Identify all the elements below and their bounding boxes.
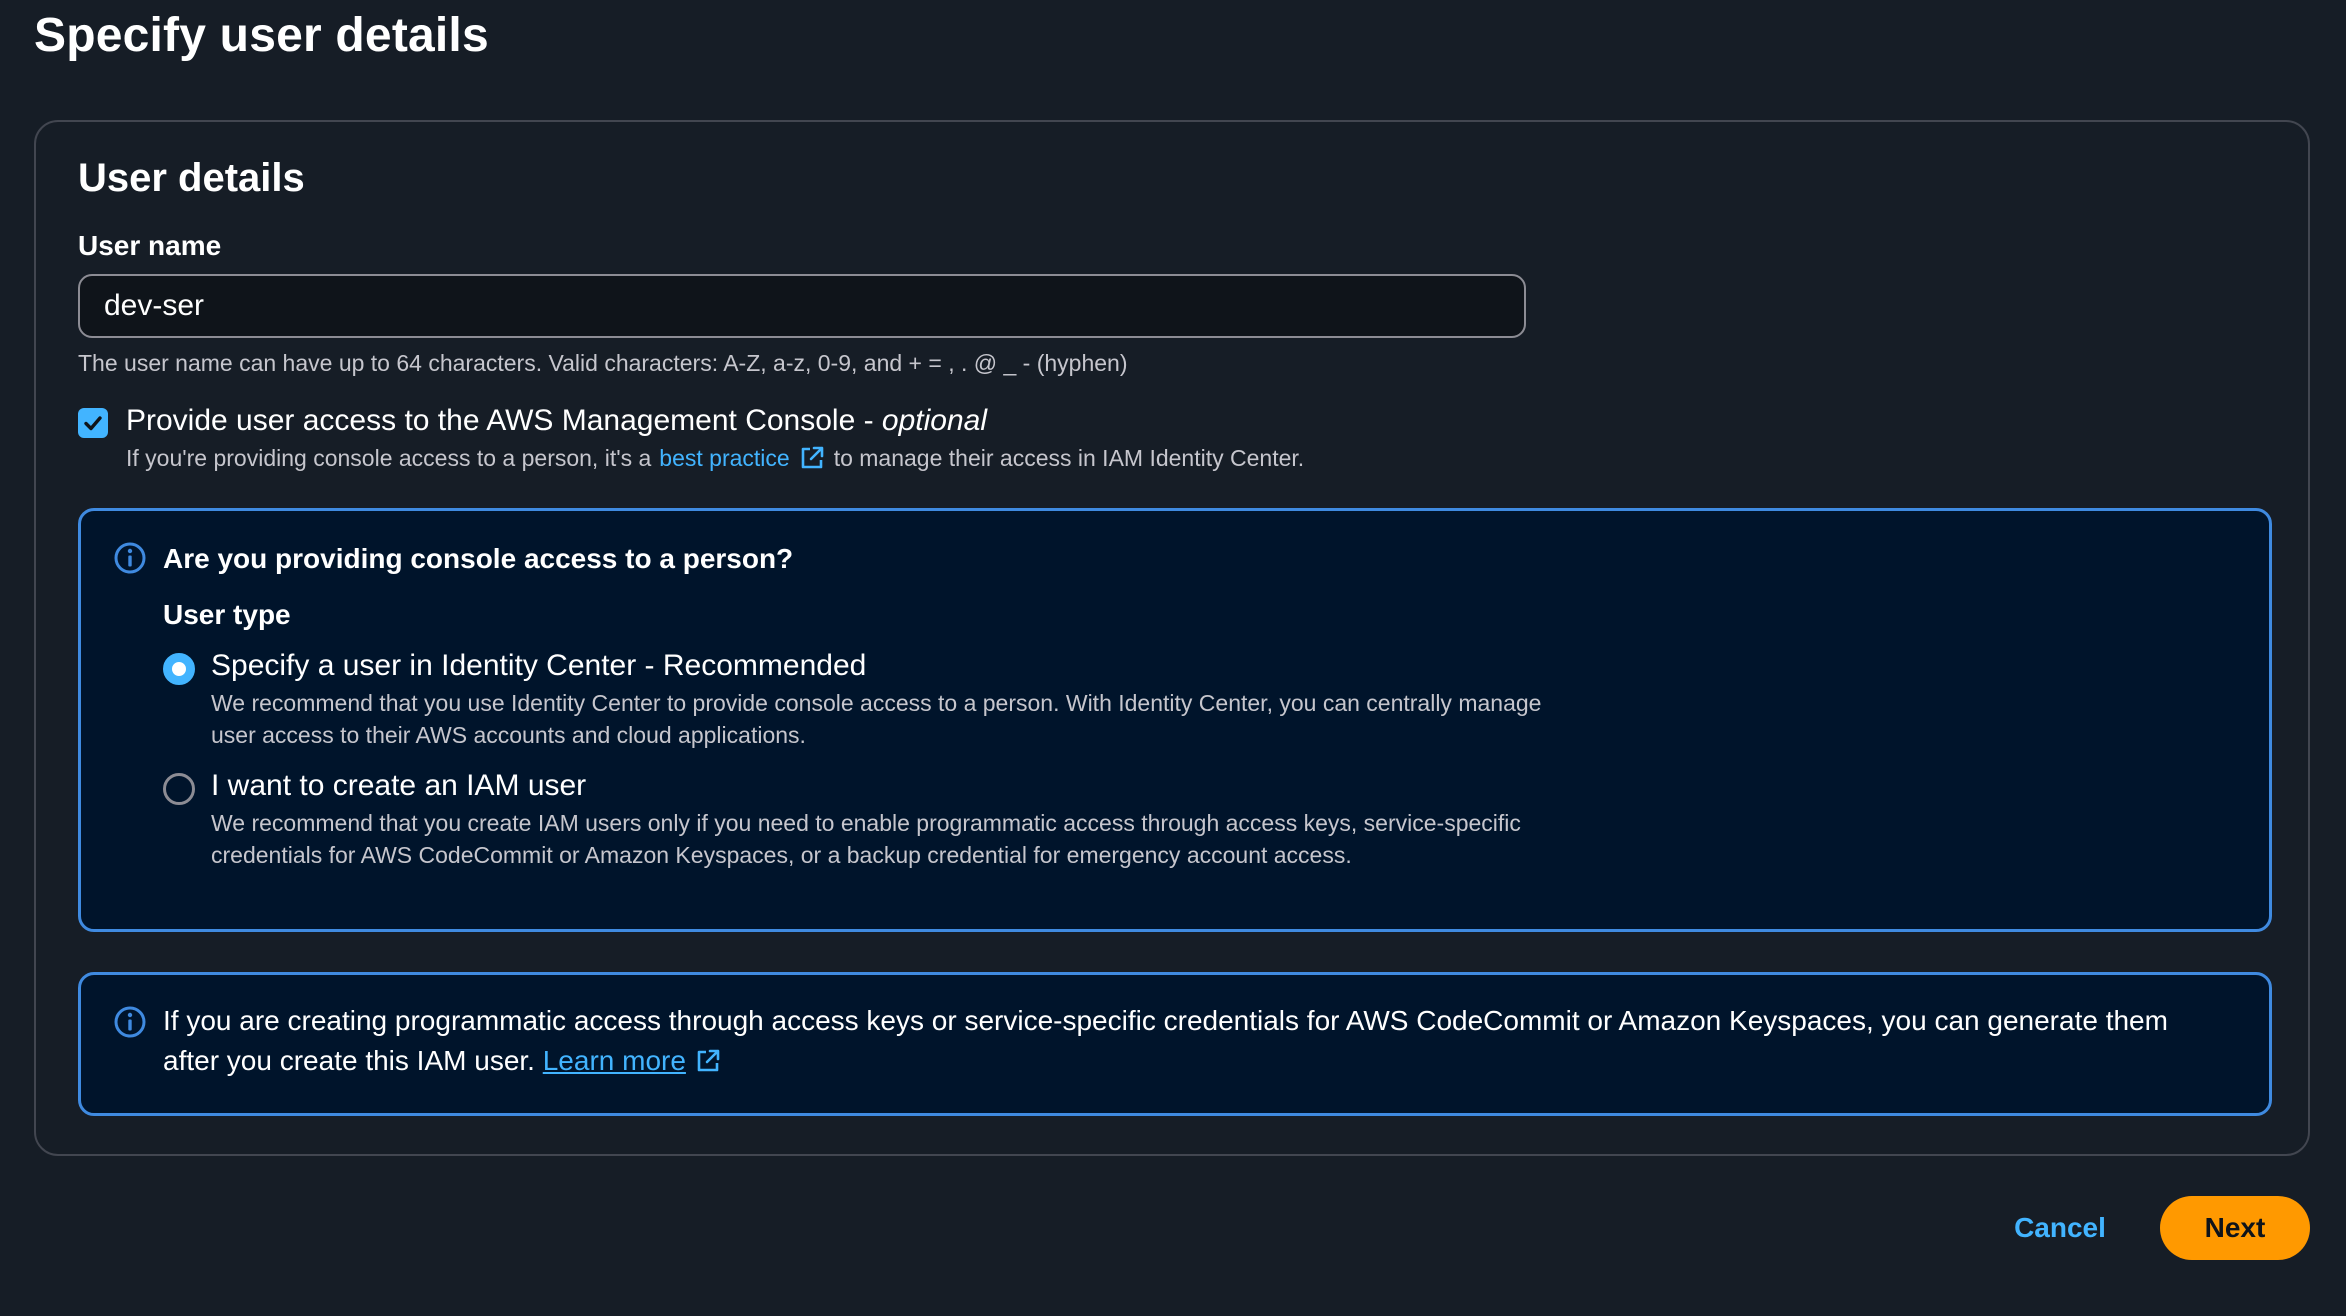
console-person-alert: Are you providing console access to a pe… [78,508,2272,932]
radio-iam-user-label[interactable]: I want to create an IAM user [211,769,586,803]
next-button[interactable]: Next [2160,1196,2310,1260]
console-access-checkbox[interactable] [78,408,108,438]
programmatic-access-message: If you are creating programmatic access … [163,1005,2168,1076]
radio-iam-user-desc: We recommend that you create IAM users o… [211,810,1521,868]
external-link-icon [801,446,824,469]
user-name-input[interactable] [78,274,1526,338]
info-icon [114,542,146,574]
alert-heading: Are you providing console access to a pe… [163,543,794,574]
user-name-label: User name [78,230,222,261]
console-access-description: If you're providing console access to a … [126,444,1304,472]
user-type-label: User type [163,599,291,630]
info-icon [114,1006,146,1038]
radio-identity-center-label[interactable]: Specify a user in Identity Center - Reco… [211,649,866,683]
best-practice-link-text: best practice [659,444,790,471]
console-access-desc-after: to manage their access in IAM Identity C… [833,444,1305,471]
console-access-desc-before: If you're providing console access to a … [126,444,652,471]
user-details-panel: User details User name The user name can… [34,120,2310,1156]
optional-tag: optional [881,404,988,437]
external-link-icon [697,1049,720,1072]
console-access-label[interactable]: Provide user access to the AWS Managemen… [126,404,987,438]
programmatic-access-alert: If you are creating programmatic access … [78,972,2272,1116]
console-access-label-text: Provide user access to the AWS Managemen… [126,404,882,437]
panel-title: User details [78,156,305,200]
radio-identity-center-desc: We recommend that you use Identity Cente… [211,690,1542,748]
user-name-constraint: The user name can have up to 64 characte… [78,350,1128,376]
programmatic-access-text: If you are creating programmatic access … [163,1001,2223,1081]
radio-iam-user[interactable] [163,773,195,805]
page-title: Specify user details [34,9,489,62]
cancel-button[interactable]: Cancel [2000,1196,2120,1260]
best-practice-link[interactable]: best practice [659,444,825,472]
learn-more-link[interactable]: Learn more [543,1041,722,1081]
learn-more-link-text: Learn more [542,1045,686,1076]
radio-identity-center[interactable] [163,653,195,685]
check-icon [84,416,102,431]
